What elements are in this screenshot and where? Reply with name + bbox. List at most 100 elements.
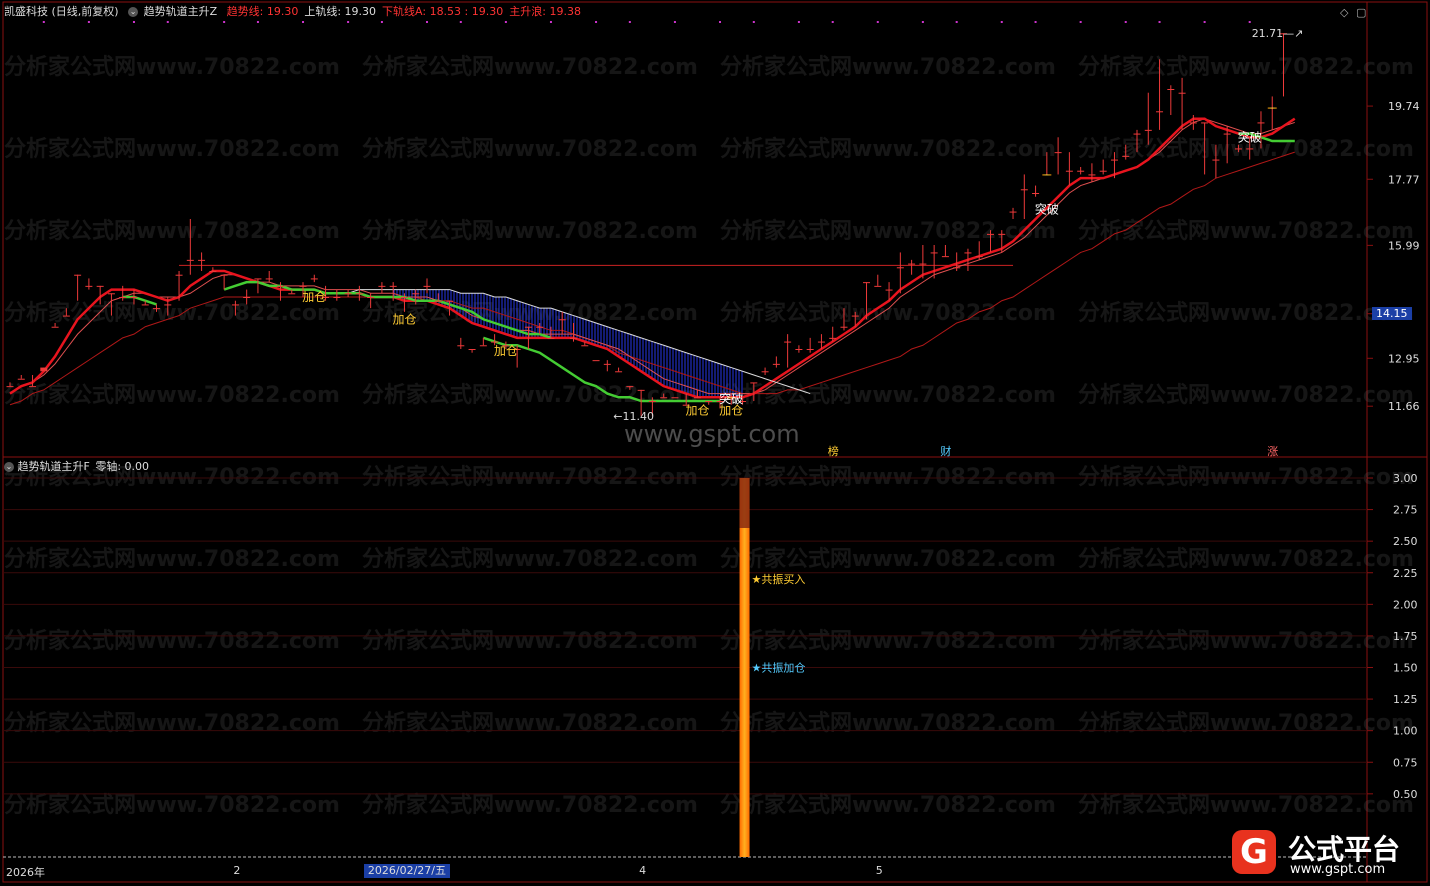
top-marker <box>752 21 755 23</box>
candle-body <box>96 285 104 287</box>
candle-body <box>40 367 48 372</box>
candle-body <box>1257 122 1265 124</box>
top-marker <box>628 21 631 23</box>
lower-tick-label: 1.50 <box>1393 662 1418 675</box>
candle-body <box>288 293 296 295</box>
candle-body <box>85 285 93 287</box>
watermark-text: 分析家公式网www.70822.com <box>362 54 698 80</box>
candle-body <box>153 308 161 310</box>
top-marker <box>1158 21 1161 23</box>
watermark-text: 分析家公式网www.70822.com <box>362 628 698 654</box>
candle-body <box>558 319 566 321</box>
candle-body <box>446 300 454 302</box>
watermark-text: 分析家公式网www.70822.com <box>720 54 1056 80</box>
candle-body <box>592 360 600 362</box>
candle-body <box>570 337 577 339</box>
watermark-text: 分析家公式网www.70822.com <box>720 792 1056 818</box>
candle-body <box>62 315 70 317</box>
top-marker <box>166 21 169 23</box>
lower-tick-label: 0.75 <box>1393 756 1418 769</box>
candle-body <box>1054 152 1062 154</box>
watermark-text: 分析家公式网www.70822.com <box>4 218 340 244</box>
candle-body <box>806 349 814 350</box>
lower-tick-label: 2.50 <box>1393 535 1418 548</box>
top-marker <box>797 21 800 23</box>
candle-body <box>784 341 792 343</box>
candle-body <box>524 326 532 328</box>
candle-body <box>885 289 893 291</box>
candle-body <box>355 293 363 295</box>
diamond-icon[interactable]: ◇ <box>1340 6 1348 19</box>
signal-annotation: 加仓 <box>392 312 416 326</box>
top-marker <box>921 21 924 23</box>
watermark-text: 分析家公式网www.70822.com <box>4 300 340 326</box>
candle-body <box>941 256 949 258</box>
lower-indicator-name[interactable]: 趋势轨道主升F <box>18 460 90 473</box>
candle-body <box>863 282 871 284</box>
candle-body <box>930 252 938 254</box>
watermark-text: 分析家公式网www.70822.com <box>720 546 1056 572</box>
top-marker <box>87 21 90 23</box>
signal-annotation: 加仓 <box>302 290 326 304</box>
candle-body <box>1212 159 1220 161</box>
candle-body <box>367 297 375 298</box>
top-marker <box>1034 21 1037 23</box>
candle-body <box>817 341 825 343</box>
candle-body <box>254 278 262 280</box>
watermark-text: 分析家公式网www.70822.com <box>362 792 698 818</box>
candle-body <box>536 326 544 328</box>
price-tick-label: 11.66 <box>1388 400 1420 413</box>
logo-url: www.gspt.com <box>1290 862 1386 877</box>
upper-header: 凯盛科技 (日线,前复权) ⌄ 趋势轨道主升Z 趋势线: 19.30 上轨线: 1… <box>4 5 581 19</box>
lower-tick-label: 1.75 <box>1393 630 1418 643</box>
signal-label: ★共振买入 <box>752 572 806 586</box>
collapse-icon[interactable]: ⌄ <box>4 462 14 472</box>
watermark-text: 分析家公式网www.70822.com <box>362 546 698 572</box>
candle-body <box>660 397 668 399</box>
collapse-icon[interactable]: ⌄ <box>128 7 139 17</box>
candle-body <box>457 345 465 347</box>
watermark-text: 分析家公式网www.70822.com <box>1078 382 1414 408</box>
candle-body <box>141 304 149 306</box>
candle-body <box>693 397 701 399</box>
candle-body <box>1167 89 1175 90</box>
watermark-text: 分析家公式网www.70822.com <box>1078 218 1414 244</box>
zero-axis-readout: 零轴: 0.00 <box>95 460 150 473</box>
readout-value: 上轨线: 19.30 <box>304 5 377 18</box>
top-marker <box>955 21 958 23</box>
candle-body <box>761 371 769 373</box>
indicator-name[interactable]: 趋势轨道主升Z <box>144 5 218 18</box>
event-tag: 财 <box>940 444 951 458</box>
candle-body <box>1077 170 1085 172</box>
chart-window: 分析家公式网www.70822.com 分析家公式网www.70822.com 分析… <box>0 0 1430 886</box>
signal-bar-cap <box>739 478 750 528</box>
watermark-text: 分析家公式网www.70822.com <box>1078 546 1414 572</box>
expand-icon[interactable]: ▢ <box>1356 6 1366 19</box>
candle-body <box>186 259 194 261</box>
candle-body <box>581 345 589 347</box>
watermark-text: 分析家公式网www.70822.com <box>4 54 340 80</box>
candle-body <box>1020 189 1028 191</box>
candle-body <box>637 389 645 391</box>
candle-body <box>1088 174 1096 176</box>
watermark-text: 分析家公式网www.70822.com <box>720 218 1056 244</box>
watermark-text: 分析家公式网www.70822.com <box>4 546 340 572</box>
candle-body <box>1009 211 1017 213</box>
top-marker <box>831 21 834 23</box>
candle-body <box>400 297 408 298</box>
candle-body <box>468 349 476 350</box>
candle-body <box>1223 133 1231 135</box>
top-marker <box>673 21 676 23</box>
watermark-text: 分析家公式网www.70822.com <box>720 464 1056 490</box>
top-marker <box>256 21 259 23</box>
signal-annotation: 突破 <box>1238 129 1262 144</box>
candle-body <box>6 386 14 388</box>
candle-body <box>1065 170 1073 172</box>
header-tools: ◇ ▢ <box>1340 6 1366 19</box>
time-axis-label: 2 <box>233 864 241 877</box>
readout-value: 趋势线: 19.30 <box>226 5 299 18</box>
logo-glyph: G <box>1232 830 1276 874</box>
candle-body <box>998 233 1006 235</box>
candle-body <box>299 285 307 287</box>
candle-body <box>220 274 228 276</box>
